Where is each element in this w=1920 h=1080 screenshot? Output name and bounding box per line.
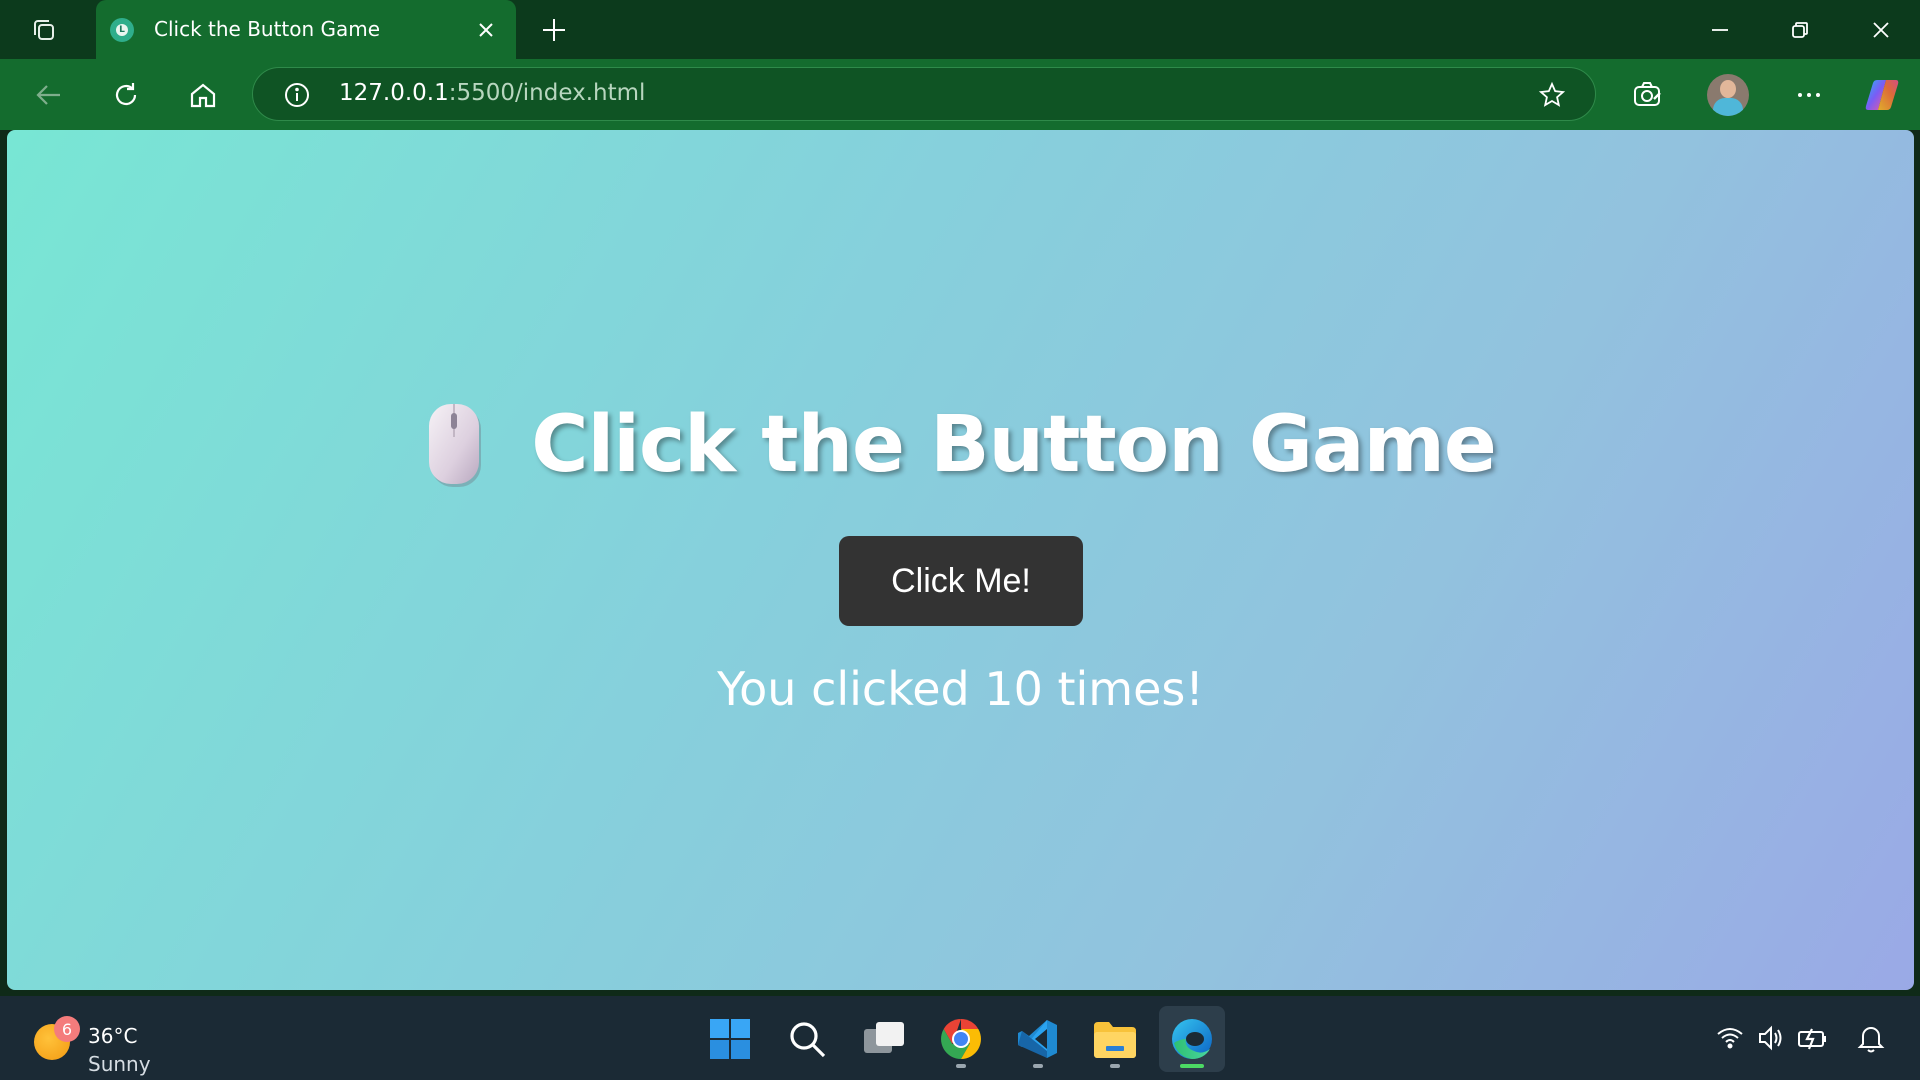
vscode-app[interactable] — [1005, 1006, 1071, 1072]
copilot-icon[interactable] — [1862, 75, 1902, 115]
weather-widget[interactable]: 6 36°C Sunny — [34, 1010, 164, 1076]
tab-title: Click the Button Game — [154, 17, 381, 41]
tab-favicon-icon: L — [110, 18, 134, 42]
page-heading: Click the Button Game — [531, 400, 1497, 490]
task-view-button[interactable] — [851, 1006, 917, 1072]
home-icon[interactable] — [184, 76, 222, 114]
close-window-icon[interactable] — [1861, 12, 1901, 48]
screenshot-icon[interactable] — [1629, 76, 1667, 114]
new-tab-button[interactable] — [538, 14, 570, 46]
weather-badge: 6 — [54, 1016, 80, 1042]
address-bar[interactable]: 127.0.0.1:5500/index.html — [252, 67, 1596, 121]
edge-app[interactable] — [1159, 1006, 1225, 1072]
folder-icon — [1094, 1022, 1136, 1058]
workspaces-icon[interactable] — [24, 12, 64, 48]
more-options-icon[interactable] — [1790, 76, 1828, 114]
windows-logo-icon — [710, 1019, 750, 1059]
notifications-bell-icon[interactable] — [1855, 1022, 1887, 1054]
click-me-button[interactable]: Click Me! — [839, 536, 1083, 626]
computer-mouse-icon — [425, 401, 483, 489]
weather-temperature: 36°C — [88, 1024, 138, 1048]
active-tab[interactable]: L Click the Button Game — [96, 0, 516, 59]
favorite-star-icon[interactable] — [1537, 80, 1567, 110]
reload-icon[interactable] — [107, 76, 145, 114]
page-viewport: Click the Button Game Click Me! You clic… — [7, 130, 1914, 990]
search-icon — [790, 1022, 826, 1058]
file-explorer-app[interactable] — [1082, 1006, 1148, 1072]
chrome-icon — [941, 1019, 981, 1059]
site-info-icon[interactable] — [283, 81, 311, 109]
vscode-icon — [1018, 1020, 1057, 1058]
wifi-icon[interactable] — [1714, 1022, 1746, 1054]
search-button[interactable] — [774, 1006, 840, 1072]
tab-close-icon[interactable] — [474, 18, 498, 42]
browser-toolbar: 127.0.0.1:5500/index.html — [0, 59, 1920, 130]
browser-titlebar: L Click the Button Game — [0, 0, 1920, 59]
weather-condition: Sunny — [88, 1052, 151, 1076]
volume-icon[interactable] — [1755, 1022, 1787, 1054]
heading-row: Click the Button Game — [7, 400, 1914, 490]
back-icon[interactable] — [30, 76, 68, 114]
task-view-icon — [864, 1022, 904, 1053]
start-button[interactable] — [697, 1006, 763, 1072]
restore-icon[interactable] — [1780, 12, 1820, 48]
url-text: 127.0.0.1:5500/index.html — [339, 80, 646, 106]
click-counter-text: You clicked 10 times! — [717, 662, 1204, 716]
minimize-icon[interactable] — [1700, 12, 1740, 48]
battery-icon[interactable] — [1797, 1022, 1829, 1054]
profile-avatar[interactable] — [1707, 74, 1749, 116]
edge-icon — [1172, 1019, 1212, 1059]
windows-taskbar: 6 36°C Sunny — [0, 996, 1920, 1080]
chrome-app[interactable] — [928, 1006, 994, 1072]
